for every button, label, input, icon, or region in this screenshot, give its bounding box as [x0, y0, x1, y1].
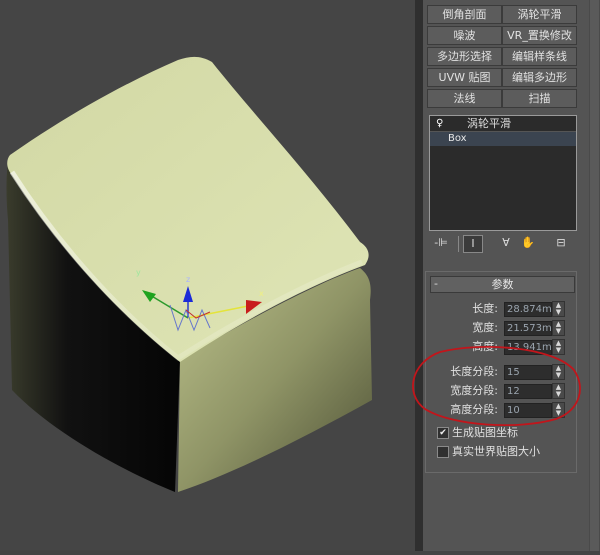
- gizmo-x-label: x: [259, 289, 264, 298]
- viewport-perspective[interactable]: y z x: [0, 0, 415, 551]
- stack-item-label: Box: [448, 133, 467, 144]
- height-spinner[interactable]: ▲ ▼: [552, 339, 565, 355]
- gizmo-y-label: y: [136, 268, 141, 277]
- configure-sets-icon[interactable]: ⊟: [552, 235, 570, 251]
- stack-item-turbosmooth[interactable]: ♀ 涡轮平滑: [430, 116, 576, 132]
- poly-select-button[interactable]: 多边形选择: [427, 47, 502, 66]
- noise-button[interactable]: 噪波: [427, 26, 502, 45]
- length-segments-spinner[interactable]: ▲ ▼: [552, 364, 565, 380]
- toolbar-divider: [458, 236, 459, 252]
- remove-modifier-icon[interactable]: ✋: [519, 235, 537, 251]
- height-field[interactable]: 13.941mm: [504, 340, 552, 355]
- width-field[interactable]: 21.573mm: [504, 321, 552, 336]
- show-end-result-icon[interactable]: Ⅰ: [463, 235, 483, 253]
- panel-scrollbar-thumb[interactable]: [590, 0, 599, 551]
- real-world-map-size-label: 真实世界贴图大小: [452, 445, 540, 458]
- real-world-map-size-checkbox[interactable]: [437, 446, 449, 458]
- width-spinner[interactable]: ▲ ▼: [552, 320, 565, 336]
- length-field[interactable]: 28.874mm: [504, 302, 552, 317]
- length-segments-label: 长度分段:: [450, 365, 498, 378]
- height-segments-label: 高度分段:: [450, 403, 498, 416]
- width-segments-label: 宽度分段:: [450, 384, 498, 397]
- normal-button[interactable]: 法线: [427, 89, 502, 108]
- modifier-stack-list[interactable]: ♀ 涡轮平滑 Box: [429, 115, 577, 231]
- rollout-collapse-icon[interactable]: -: [434, 276, 438, 291]
- pin-stack-icon[interactable]: -⊫: [432, 235, 450, 251]
- edit-poly-button[interactable]: 编辑多边形: [502, 68, 577, 87]
- gen-map-coords-checkbox[interactable]: ✔: [437, 427, 449, 439]
- bevel-profile-button[interactable]: 倒角剖面: [427, 5, 502, 24]
- length-label: 长度:: [472, 302, 498, 315]
- viewport-canvas[interactable]: y z x: [0, 0, 415, 551]
- sweep-button[interactable]: 扫描: [502, 89, 577, 108]
- width-segments-spinner[interactable]: ▲ ▼: [552, 383, 565, 399]
- turbosmooth-button[interactable]: 涡轮平滑: [502, 5, 577, 24]
- lightbulb-icon[interactable]: ♀: [436, 117, 443, 130]
- stack-item-label: 涡轮平滑: [467, 117, 511, 130]
- make-unique-icon[interactable]: ∀: [497, 235, 515, 251]
- stack-item-box[interactable]: Box: [430, 132, 576, 146]
- length-spinner[interactable]: ▲ ▼: [552, 301, 565, 317]
- vr-displace-button[interactable]: VR_置换修改: [502, 26, 577, 45]
- height-segments-field[interactable]: 10: [504, 403, 552, 418]
- height-label: 高度:: [472, 340, 498, 353]
- gen-map-coords-label: 生成贴图坐标: [452, 426, 518, 439]
- height-segments-spinner[interactable]: ▲ ▼: [552, 402, 565, 418]
- length-segments-field[interactable]: 15: [504, 365, 552, 380]
- edit-spline-button[interactable]: 编辑样条线: [502, 47, 577, 66]
- viewport-divider: [415, 0, 423, 551]
- width-label: 宽度:: [472, 321, 498, 334]
- width-segments-field[interactable]: 12: [504, 384, 552, 399]
- gizmo-z-label: z: [186, 275, 190, 284]
- uvw-map-button[interactable]: UVW 贴图: [427, 68, 502, 87]
- rollout-title[interactable]: 参数: [430, 276, 575, 293]
